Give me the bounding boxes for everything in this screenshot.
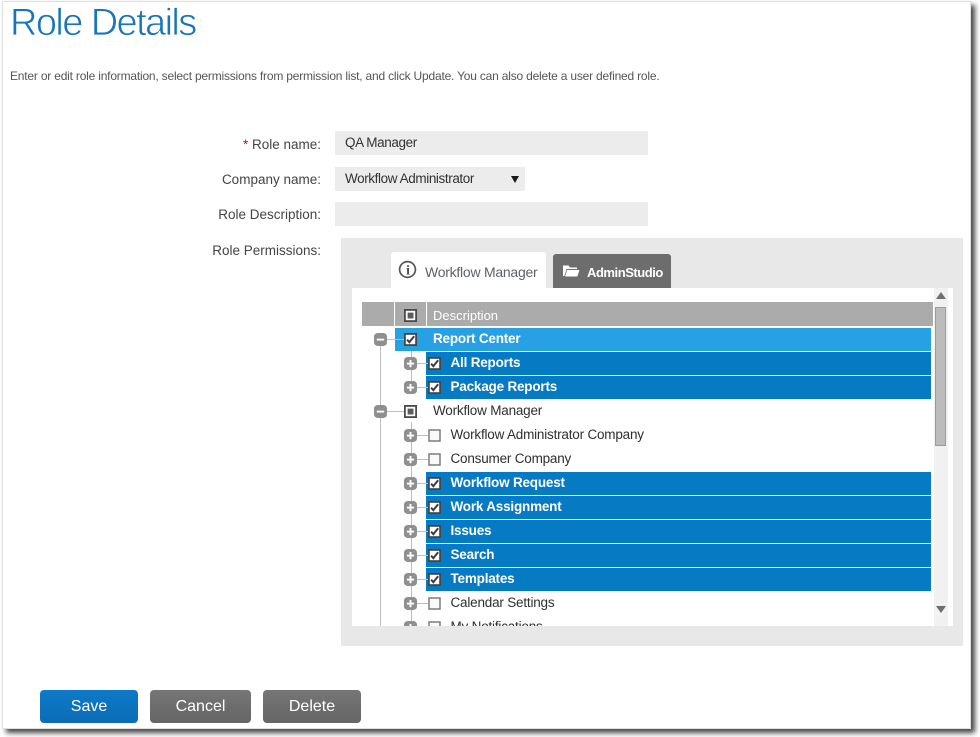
svg-text:i: i bbox=[406, 263, 410, 278]
